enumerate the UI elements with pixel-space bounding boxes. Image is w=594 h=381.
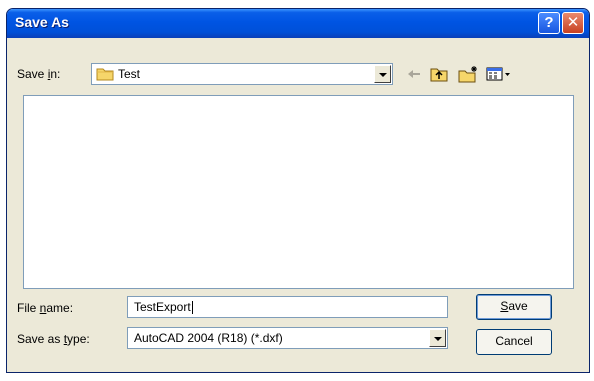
close-icon: ✕ <box>566 14 580 31</box>
save-in-dropdown-arrow[interactable] <box>374 65 391 83</box>
help-icon: ? <box>544 14 554 31</box>
save-as-type-dropdown-arrow[interactable] <box>429 329 446 347</box>
file-name-label: File name: <box>17 301 74 315</box>
file-name-input[interactable]: TestExport <box>127 296 448 318</box>
help-button[interactable]: ? <box>538 12 560 34</box>
create-new-folder-icon[interactable] <box>457 65 479 83</box>
file-name-value: TestExport <box>134 300 191 314</box>
view-menu-icon[interactable] <box>485 65 513 83</box>
back-arrow-icon[interactable] <box>405 65 423 83</box>
save-as-dialog: Save As ? ✕ Save in: Test File name: Tes… <box>6 8 590 373</box>
cancel-button[interactable]: Cancel <box>476 329 552 355</box>
save-button[interactable]: Save <box>476 294 552 320</box>
save-as-type-label: Save as type: <box>17 332 90 346</box>
save-in-dropdown[interactable]: Test <box>91 63 393 85</box>
file-list[interactable] <box>23 95 574 289</box>
save-as-type-value: AutoCAD 2004 (R18) (*.dxf) <box>134 331 283 345</box>
up-one-level-icon[interactable] <box>429 65 449 83</box>
title-bar[interactable]: Save As ? ✕ <box>7 9 589 38</box>
save-in-label: Save in: <box>17 67 61 81</box>
close-button[interactable]: ✕ <box>562 12 584 34</box>
folder-icon <box>96 68 114 81</box>
dialog-title: Save As <box>15 14 69 30</box>
save-in-value: Test <box>118 67 141 81</box>
save-as-type-dropdown[interactable]: AutoCAD 2004 (R18) (*.dxf) <box>127 327 448 349</box>
text-caret <box>191 301 193 315</box>
